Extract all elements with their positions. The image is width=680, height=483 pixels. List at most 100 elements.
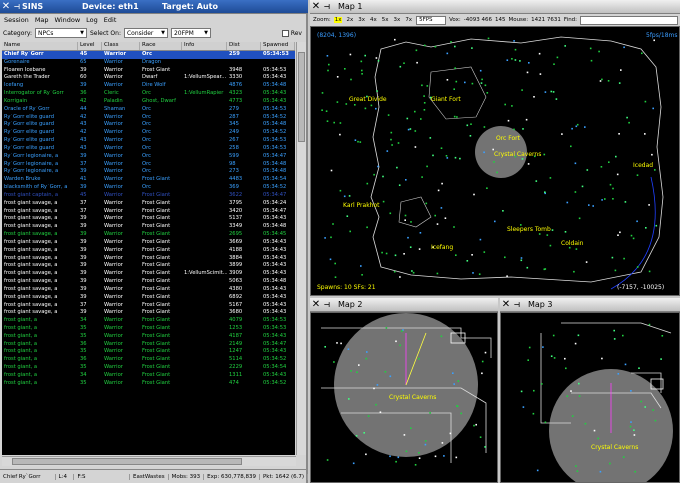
spawn-dot[interactable] [425,202,428,205]
spawn-dot[interactable] [550,355,553,357]
spawn-dot[interactable] [455,80,458,83]
spawn-dot[interactable] [364,107,367,110]
spawn-dot[interactable] [487,37,490,40]
spawn-dot[interactable] [601,357,603,360]
spawn-dot[interactable] [614,269,617,272]
spawn-dot[interactable] [478,273,481,275]
spawn-dot[interactable] [399,344,401,347]
spawn-dot[interactable] [384,371,387,373]
spawn-dot[interactable] [593,429,596,432]
spawn-dot[interactable] [623,257,625,260]
spawn-dot[interactable] [479,436,482,438]
spawn-dot[interactable] [360,60,363,63]
table-row[interactable]: frost giant, a 36 Warrior Frost Giant 5114 05… [2,356,295,364]
spawn-dot[interactable] [423,102,426,104]
spawn-dot[interactable] [526,71,529,74]
spawn-dot[interactable] [481,78,483,81]
spawn-dot[interactable] [473,424,475,427]
spawn-dot[interactable] [326,459,329,461]
spawn-dot[interactable] [352,462,355,465]
table-row[interactable]: Interrogator of Ry`Gorr 36 Cleric Orc 1:Vell… [2,90,295,98]
spawn-dot[interactable] [409,128,412,130]
zoom-7x-button[interactable]: 7x [404,17,413,23]
spawn-dot[interactable] [434,214,436,217]
spawn-dot[interactable] [624,201,627,203]
spawn-dot[interactable] [519,60,521,62]
spawn-dot[interactable] [454,45,456,48]
spawn-dot[interactable] [399,65,402,68]
spawn-dot[interactable] [405,179,407,181]
spawn-dot[interactable] [636,220,638,223]
spawn-dot[interactable] [471,254,473,256]
spawn-dot[interactable] [366,226,368,229]
spawn-dot[interactable] [367,415,370,417]
spawn-dot[interactable] [619,231,621,234]
spawn-dot[interactable] [345,103,348,105]
spawn-dot[interactable] [483,126,486,128]
spawn-dot[interactable] [601,199,603,201]
spawn-dot[interactable] [423,44,426,47]
spawn-dot[interactable] [570,145,572,148]
spawn-dot[interactable] [326,55,329,57]
spawn-dot[interactable] [651,153,653,156]
spawn-dot[interactable] [630,234,633,237]
spawn-dot[interactable] [361,274,363,276]
spawn-dot[interactable] [648,323,651,326]
table-row[interactable]: frost giant savage, a 39 Warrior Frost Gian… [2,215,295,223]
zoom-3x-alt-button[interactable]: 3x [393,17,402,23]
spawn-dot[interactable] [513,40,515,42]
spawn-dot[interactable] [578,395,581,397]
close-icon[interactable]: ✕ [310,1,322,12]
spawn-dot[interactable] [421,176,423,178]
spawn-dot[interactable] [324,237,326,239]
spawn-dot[interactable] [339,122,342,124]
map2-canvas[interactable]: Crystal Caverns [310,312,498,483]
spawn-dot[interactable] [426,165,428,168]
spawn-dot[interactable] [471,82,474,85]
spawn-dot[interactable] [584,126,586,128]
spawn-dot[interactable] [532,412,535,415]
map2-titlebar[interactable]: ✕ ⊣ Map 2 [310,298,498,312]
table-row[interactable]: frost giant savage, a 39 Warrior Frost Gian… [2,255,295,263]
spawn-dot[interactable] [470,123,472,125]
spawn-dot[interactable] [644,406,646,408]
table-row[interactable]: frost giant savage, a 39 Warrior Frost Gian… [2,270,295,278]
col-dist[interactable]: Dist [227,42,261,50]
spawn-dot[interactable] [574,342,577,345]
spawn-dot[interactable] [541,383,543,385]
spawn-dot[interactable] [334,262,336,265]
table-row[interactable]: Ry`Gorr elite guard 43 Warrior Orc 267 05:34:… [2,137,295,145]
spawn-dot[interactable] [543,153,546,156]
spawn-dot[interactable] [375,403,377,406]
spawn-dot[interactable] [366,182,369,185]
spawn-dot[interactable] [527,163,530,165]
spawn-dot[interactable] [446,52,449,55]
menu-edit[interactable]: Edit [104,16,117,24]
spawn-dot[interactable] [551,229,554,231]
spawn-dot[interactable] [573,270,575,273]
spawn-dot[interactable] [364,54,366,57]
spawn-dot[interactable] [437,189,440,192]
spawn-dot[interactable] [419,232,422,234]
spawn-dot[interactable] [386,150,389,152]
table-row[interactable]: frost giant savage, a 39 Warrior Frost Gian… [2,239,295,247]
spawn-dot[interactable] [454,67,456,69]
table-row[interactable]: frost giant, a 35 Warrior Frost Giant 474 05:… [2,380,295,388]
spawn-dot[interactable] [449,432,452,435]
spawn-dot[interactable] [414,146,417,148]
spawn-dot[interactable] [333,361,335,363]
table-row[interactable]: frost giant captain, a 45 Warrior Frost Gia… [2,192,295,200]
vertical-scrollbar[interactable] [296,42,306,455]
spawn-dot[interactable] [459,157,461,160]
spawn-dot[interactable] [574,191,577,193]
table-row[interactable]: blacksmith of Ry`Gorr, a 39 Warrior Orc 369 0… [2,184,295,192]
spawn-dot[interactable] [645,227,647,229]
spawn-dot[interactable] [578,382,580,385]
spawn-dot[interactable] [404,219,406,221]
fps-select[interactable]: 20FPM ▼ [170,28,211,38]
spawn-dot[interactable] [359,141,362,143]
spawn-dot[interactable] [549,244,552,247]
spawn-dot[interactable] [407,236,409,239]
spawn-dot[interactable] [440,147,443,149]
spawn-dot[interactable] [391,144,393,146]
